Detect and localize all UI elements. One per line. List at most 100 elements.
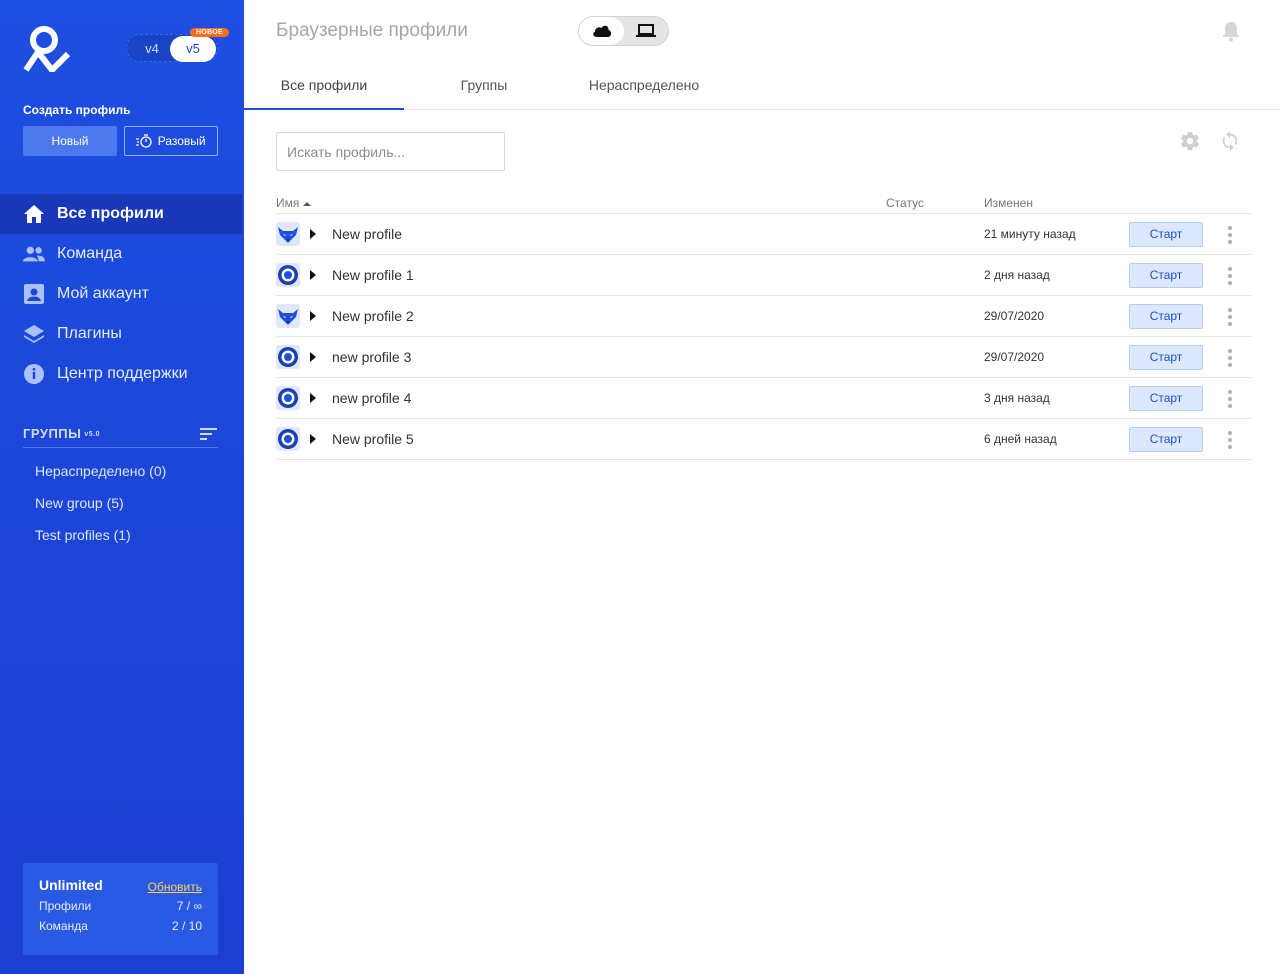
tab-unassigned[interactable]: Нераспределено [564,66,724,110]
column-name-header[interactable]: Имя [276,196,311,210]
sidebar-item-label: Команда [57,245,123,262]
version-v5[interactable]: v5 [170,36,216,62]
profile-name[interactable]: New profile 5 [332,431,414,447]
sidebar-item-label: Центр поддержки [57,365,188,382]
profile-tabs: Все профили Группы Нераспределено [244,66,1280,110]
cloud-icon [592,25,611,37]
plan-card: Unlimited Обновить Профили 7 / ∞ Команда 2… [23,863,218,955]
profile-changed: 29/07/2020 [984,309,1045,323]
plan-profiles-row: Профили 7 / ∞ [39,899,202,913]
more-options-icon[interactable] [1221,307,1239,327]
expand-caret-icon[interactable] [310,270,316,280]
table-row[interactable]: New profile 21 минуту назад Старт [276,214,1251,255]
sidebar-item-team[interactable]: Команда [0,234,244,274]
new-profile-button[interactable]: Новый [23,126,117,156]
start-button[interactable]: Старт [1129,263,1203,288]
upgrade-link[interactable]: Обновить [148,880,202,894]
table-header: Имя Статус Изменен [276,192,1251,214]
create-profile-label: Создать профиль [23,103,131,117]
sort-asc-icon [302,202,311,206]
group-item[interactable]: Нераспределено (0) [35,460,166,492]
start-button[interactable]: Старт [1129,427,1203,452]
more-options-icon[interactable] [1221,348,1239,368]
profile-changed: 3 дня назад [984,391,1050,405]
more-options-icon[interactable] [1221,225,1239,245]
tab-groups[interactable]: Группы [404,66,564,110]
mimic-browser-icon [276,222,300,246]
profile-name[interactable]: New profile [332,226,402,242]
start-button[interactable]: Старт [1129,386,1203,411]
sidebar-item-plugins[interactable]: Плагины [0,314,244,354]
expand-caret-icon[interactable] [310,311,316,321]
plan-team-row: Команда 2 / 10 [39,919,202,933]
table-row[interactable]: New profile 1 2 дня назад Старт [276,255,1251,296]
start-button[interactable]: Старт [1129,304,1203,329]
more-options-icon[interactable] [1221,389,1239,409]
gear-icon[interactable] [1179,130,1201,152]
start-button[interactable]: Старт [1129,222,1203,247]
table-row[interactable]: New profile 5 6 дней назад Старт [276,419,1251,460]
storage-mode-toggle[interactable] [578,16,669,46]
laptop-icon [635,24,656,37]
sidebar: v4 v5 НОВОЕ Создать профиль Новый Разовы… [0,0,244,974]
team-icon [23,243,45,265]
cloud-mode-option[interactable] [579,17,624,45]
profile-name[interactable]: New profile 1 [332,267,414,283]
account-icon [23,283,45,305]
sync-icon[interactable] [1219,130,1241,152]
profile-name[interactable]: New profile 2 [332,308,414,324]
start-button[interactable]: Старт [1129,345,1203,370]
profile-name[interactable]: new profile 3 [332,349,411,365]
table-row[interactable]: new profile 4 3 дня назад Старт [276,378,1251,419]
version-toggle[interactable]: v4 v5 [126,34,218,62]
profile-changed: 29/07/2020 [984,350,1045,364]
sidebar-item-label: Плагины [57,325,122,342]
profile-name[interactable]: new profile 4 [332,390,411,406]
sort-icon[interactable] [200,427,218,441]
table-body: New profile 21 минуту назад Старт New profi… [276,214,1251,460]
expand-caret-icon[interactable] [310,352,316,362]
page-title: Браузерные профили [276,20,468,41]
search-input[interactable] [276,132,505,171]
sidebar-item-account[interactable]: Мой аккаунт [0,274,244,314]
stealthfox-browser-icon [276,427,300,451]
version-v4[interactable]: v4 [129,35,175,63]
stealthfox-browser-icon [276,263,300,287]
sidebar-item-label: Мой аккаунт [57,285,149,302]
expand-caret-icon[interactable] [310,229,316,239]
info-icon [23,363,45,385]
mimic-browser-icon [276,304,300,328]
profile-changed: 21 минуту назад [984,227,1076,241]
groups-header: ГРУППЫ v5.0 [23,420,218,448]
sidebar-item-all-profiles[interactable]: Все профили [0,194,242,234]
group-item[interactable]: New group (5) [35,492,166,524]
more-options-icon[interactable] [1221,266,1239,286]
tab-all-profiles[interactable]: Все профили [244,66,404,110]
expand-caret-icon[interactable] [310,393,316,403]
column-changed-header[interactable]: Изменен [984,196,1033,210]
logo-icon[interactable] [22,24,72,72]
groups-title: ГРУППЫ v5.0 [23,426,100,441]
more-options-icon[interactable] [1221,430,1239,450]
layers-icon [23,323,45,345]
timer-icon [136,134,153,148]
main-content: Браузерные профили Все профили Группы Не… [244,0,1280,974]
stealthfox-browser-icon [276,386,300,410]
table-row[interactable]: new profile 3 29/07/2020 Старт [276,337,1251,378]
profiles-table: Имя Статус Изменен New profile 21 минуту … [276,192,1251,460]
oneoff-button-label: Разовый [157,134,206,148]
bell-icon[interactable] [1220,20,1242,42]
new-badge: НОВОЕ [190,28,229,37]
group-item[interactable]: Test profiles (1) [35,524,166,556]
expand-caret-icon[interactable] [310,434,316,444]
column-status-header[interactable]: Статус [886,196,924,210]
sidebar-item-support[interactable]: Центр поддержки [0,354,244,394]
profile-changed: 6 дней назад [984,432,1057,446]
groups-version: v5.0 [84,431,100,439]
sidebar-item-label: Все профили [57,205,164,222]
table-row[interactable]: New profile 2 29/07/2020 Старт [276,296,1251,337]
home-icon [23,203,45,225]
oneoff-profile-button[interactable]: Разовый [124,126,218,156]
sidebar-nav: Все профили Команда Мой аккаунт Плагины … [0,194,244,394]
local-mode-option[interactable] [623,17,668,45]
